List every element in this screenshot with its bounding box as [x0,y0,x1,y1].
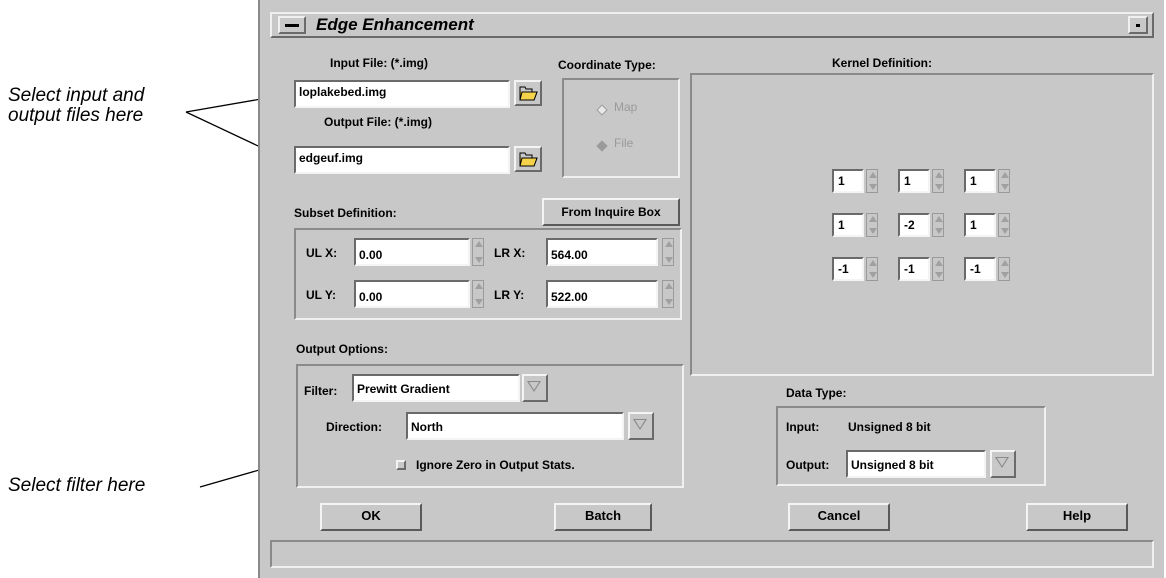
chevron-down-icon [995,457,1009,468]
filter-dropdown-button[interactable] [522,374,548,402]
lrx-field[interactable]: 564.00 [546,238,658,266]
ulx-spinner[interactable] [472,238,484,266]
folder-open-icon [519,86,538,101]
kernel-cell-r1c3[interactable]: 1 [964,169,996,193]
ignore-zero-label: Ignore Zero in Output Stats. [416,458,575,472]
uly-field[interactable]: 0.00 [354,280,470,308]
data-type-panel: Input: Unsigned 8 bit Output: Unsigned 8… [776,406,1046,486]
lry-field[interactable]: 522.00 [546,280,658,308]
data-type-input-label: Input: [786,420,820,434]
kernel-spinner-r2c1[interactable] [866,213,878,237]
kernel-spinner-r3c3[interactable] [998,257,1010,281]
filter-select[interactable]: Prewitt Gradient [352,374,520,402]
uly-label: UL Y: [306,288,337,302]
ignore-zero-checkbox[interactable] [396,460,406,470]
input-file-field[interactable]: loplakebed.img [294,80,510,108]
status-bar [270,540,1154,568]
kernel-spinner-r3c1[interactable] [866,257,878,281]
window-menu-button[interactable] [278,16,306,34]
ulx-field[interactable]: 0.00 [354,238,470,266]
kernel-definition-label: Kernel Definition: [832,56,933,70]
kernel-cell-r1c2[interactable]: 1 [898,169,930,193]
input-folder-button[interactable] [514,80,542,106]
uly-spinner[interactable] [472,280,484,308]
file-radio-label: File [614,136,634,150]
output-file-field[interactable]: edgeuf.img [294,146,510,174]
output-file-label: Output File: (*.img) [324,115,432,129]
kernel-spinner-r1c2[interactable] [932,169,944,193]
input-file-label: Input File: (*.img) [330,56,428,70]
title-bar[interactable]: Edge Enhancement [270,12,1154,38]
output-options-panel: Filter: Prewitt Gradient Direction: Nort… [296,364,684,488]
lrx-spinner[interactable] [662,238,674,266]
kernel-cell-r3c2[interactable]: -1 [898,257,930,281]
file-radio[interactable] [596,140,608,152]
coordinate-type-panel: Map File [562,78,680,178]
kernel-cell-r2c1[interactable]: 1 [832,213,864,237]
data-type-output-select[interactable]: Unsigned 8 bit [846,450,986,478]
kernel-spinner-r2c2[interactable] [932,213,944,237]
kernel-cell-r3c3[interactable]: -1 [964,257,996,281]
coordinate-type-label: Coordinate Type: [558,58,656,72]
output-folder-button[interactable] [514,146,542,172]
direction-label: Direction: [326,420,383,434]
folder-open-icon [519,152,538,167]
lry-spinner[interactable] [662,280,674,308]
chevron-down-icon [527,381,541,392]
data-type-label: Data Type: [786,386,847,400]
ok-button[interactable]: OK [320,503,422,531]
kernel-spinner-r3c2[interactable] [932,257,944,281]
window-resize-button[interactable] [1128,16,1148,34]
chevron-down-icon [633,419,647,430]
help-button[interactable]: Help [1026,503,1128,531]
filter-label: Filter: [304,384,338,398]
output-options-label: Output Options: [296,342,388,356]
kernel-spinner-r2c3[interactable] [998,213,1010,237]
window-title: Edge Enhancement [316,15,474,34]
ulx-label: UL X: [306,246,338,260]
lrx-label: LR X: [494,246,526,260]
kernel-spinner-r1c1[interactable] [866,169,878,193]
kernel-cell-r1c1[interactable]: 1 [832,169,864,193]
direction-dropdown-button[interactable] [628,412,654,440]
data-type-dropdown-button[interactable] [990,450,1016,478]
kernel-cell-r3c1[interactable]: -1 [832,257,864,281]
subset-definition-label: Subset Definition: [294,206,397,220]
direction-select[interactable]: North [406,412,624,440]
data-type-output-label: Output: [786,458,830,472]
batch-button[interactable]: Batch [554,503,652,531]
edge-enhancement-dialog: Edge Enhancement Input File: (*.img) lop… [258,0,1164,578]
kernel-panel: 1 1 1 1 -2 1 -1 -1 -1 [690,73,1154,376]
kernel-cell-r2c3[interactable]: 1 [964,213,996,237]
cancel-button[interactable]: Cancel [788,503,890,531]
lry-label: LR Y: [494,288,525,302]
from-inquire-box-button[interactable]: From Inquire Box [542,198,680,226]
kernel-cell-r2c2[interactable]: -2 [898,213,930,237]
map-radio-label: Map [614,100,638,114]
subset-panel: UL X: 0.00 LR X: 564.00 UL Y: 0.00 LR Y:… [294,228,682,320]
map-radio[interactable] [596,104,608,116]
kernel-spinner-r1c3[interactable] [998,169,1010,193]
data-type-input-value: Unsigned 8 bit [848,420,931,434]
